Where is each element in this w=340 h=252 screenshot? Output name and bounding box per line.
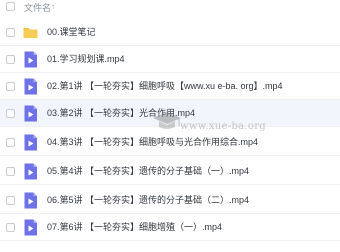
file-name[interactable]: 00.课堂笔记: [47, 19, 96, 45]
row-checkbox[interactable]: [6, 55, 15, 64]
file-row-video[interactable]: 03.第2讲 【一轮夯实】光合作用.mp4: [0, 100, 340, 127]
file-name[interactable]: 01.学习规划课.mp4: [47, 46, 125, 72]
row-checkbox[interactable]: [6, 109, 15, 118]
row-checkbox[interactable]: [6, 167, 15, 176]
row-checkbox[interactable]: [6, 82, 15, 91]
row-checkbox[interactable]: [6, 196, 15, 205]
file-row-video[interactable]: 01.学习规划课.mp4: [0, 46, 340, 73]
row-checkbox[interactable]: [6, 138, 15, 147]
folder-icon: [23, 28, 38, 38]
file-row-video[interactable]: 05.第4讲 【一轮夯实】遗传的分子基础（一）.mp4: [0, 158, 340, 185]
file-name[interactable]: 05.第4讲 【一轮夯实】遗传的分子基础（一）.mp4: [47, 158, 249, 184]
file-name[interactable]: 04.第3讲 【一轮夯实】细胞呼吸与光合作用综合.mp4: [47, 129, 258, 155]
file-row-video[interactable]: 02.第1讲 【一轮夯实】细胞呼吸【www.xu e-ba. org】.mp4: [0, 73, 340, 100]
file-name[interactable]: 02.第1讲 【一轮夯实】细胞呼吸【www.xu e-ba. org】.mp4: [47, 73, 283, 99]
file-row-video[interactable]: 04.第3讲 【一轮夯实】细胞呼吸与光合作用综合.mp4: [0, 129, 340, 156]
file-name[interactable]: 07.第6讲 【一轮夯实】细胞增殖（一）.mp4: [47, 214, 222, 240]
file-list-header: 文件名 ↑: [0, 0, 340, 16]
file-row-video[interactable]: 06.第5讲 【一轮夯实】遗传的分子基础（二）.mp4: [0, 187, 340, 214]
video-file-icon: [24, 51, 37, 68]
video-file-icon: [24, 219, 37, 236]
select-all-checkbox[interactable]: [6, 2, 15, 11]
arrow-up-icon[interactable]: ↑: [51, 1, 55, 13]
row-checkbox[interactable]: [6, 223, 15, 232]
video-file-icon: [24, 105, 37, 122]
video-file-icon: [24, 134, 37, 151]
video-file-icon: [24, 163, 37, 180]
filename-column-header[interactable]: 文件名: [24, 1, 51, 14]
file-row-video[interactable]: 07.第6讲 【一轮夯实】细胞增殖（一）.mp4: [0, 214, 340, 241]
video-file-icon: [24, 78, 37, 95]
video-file-icon: [24, 192, 37, 209]
row-checkbox[interactable]: [6, 28, 15, 37]
file-name[interactable]: 06.第5讲 【一轮夯实】遗传的分子基础（二）.mp4: [47, 187, 249, 213]
file-name[interactable]: 03.第2讲 【一轮夯实】光合作用.mp4: [47, 100, 195, 126]
file-row-folder[interactable]: 00.课堂笔记: [0, 19, 340, 46]
